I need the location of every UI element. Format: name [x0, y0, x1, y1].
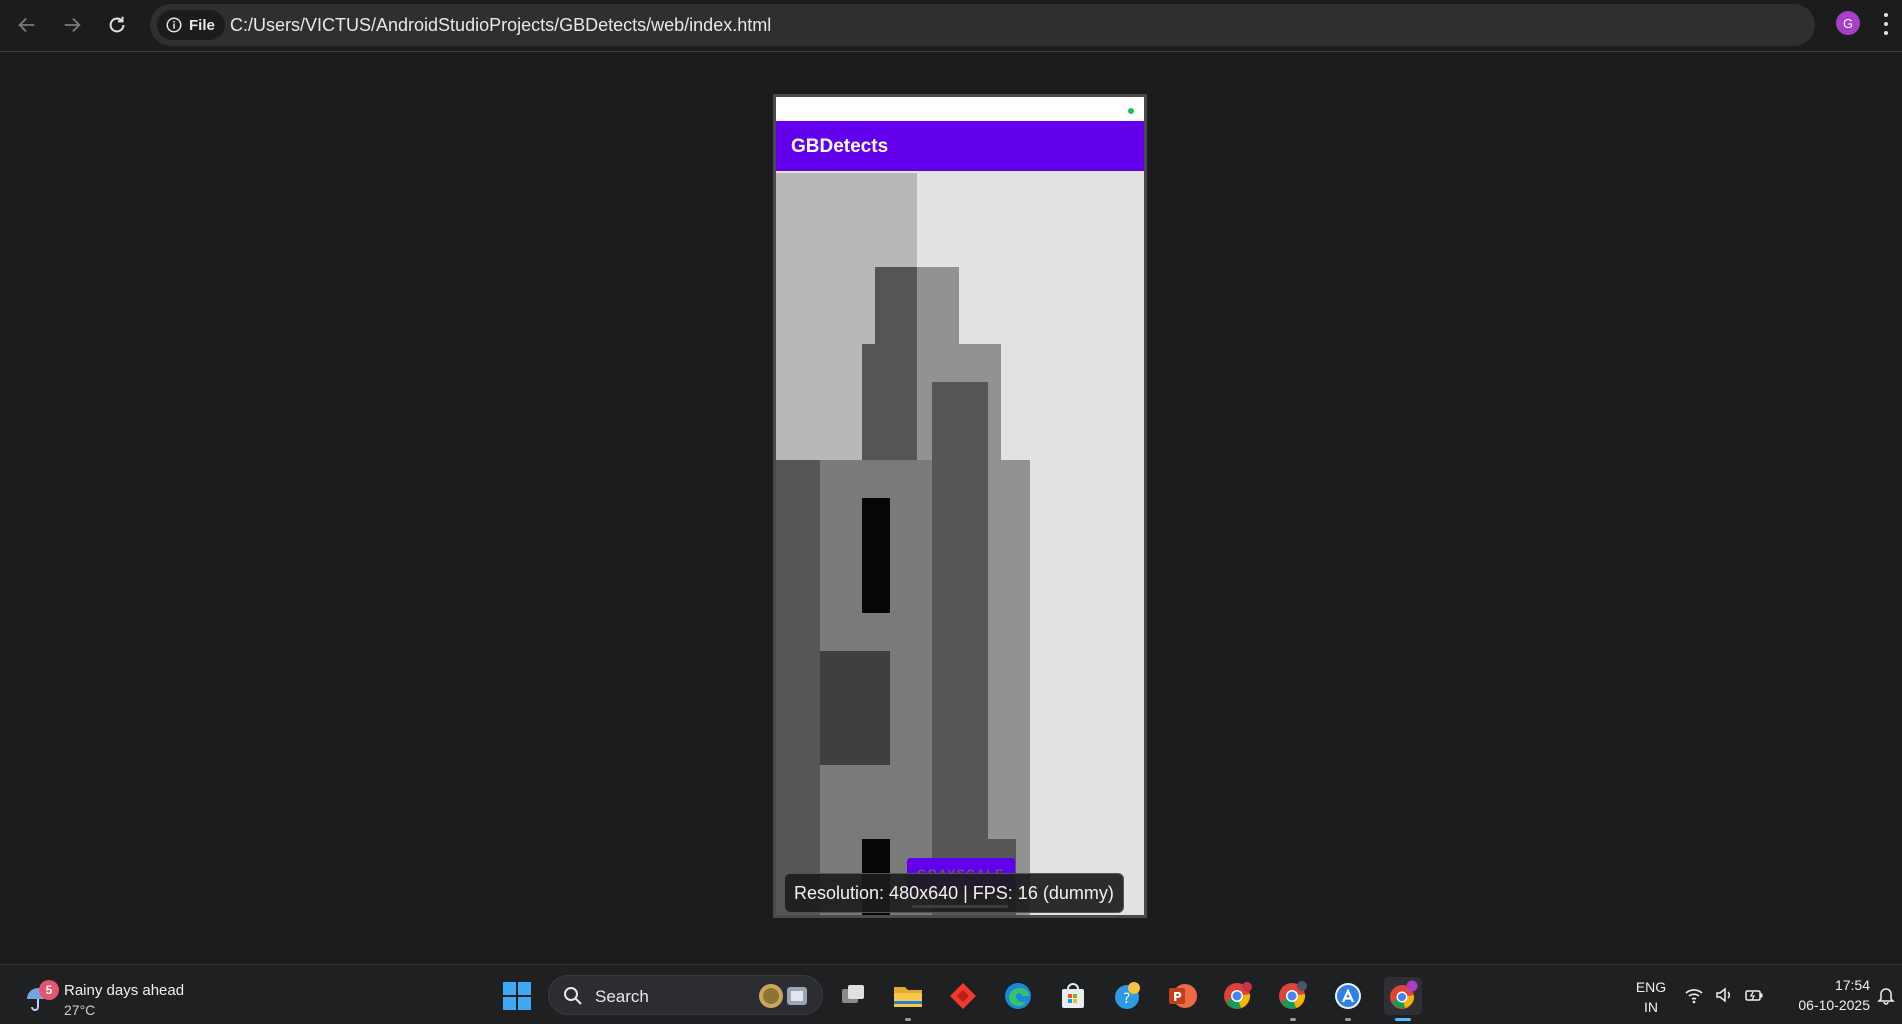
- active-indicator: [1395, 1018, 1411, 1021]
- microsoft-store-icon: [1062, 983, 1084, 1008]
- edge-button[interactable]: [999, 977, 1037, 1015]
- clock-time: 17:54: [1834, 977, 1870, 993]
- language-indicator[interactable]: ENG IN: [1628, 977, 1674, 1017]
- start-button[interactable]: [498, 977, 536, 1015]
- windows-taskbar: 5 Rainy days ahead 27°C Search ? P ENG I…: [0, 964, 1902, 1024]
- chrome-g-profile-icon: [1390, 980, 1418, 1009]
- back-arrow-icon: [18, 17, 35, 33]
- preview-block: [862, 498, 890, 613]
- info-icon: [166, 17, 182, 33]
- chrome-w-profile-icon: [1224, 982, 1252, 1009]
- browser-toolbar: File C:/Users/VICTUS/AndroidStudioProjec…: [0, 0, 1902, 52]
- windows-start-icon: [503, 982, 531, 1010]
- status-indicator-dot: [1128, 108, 1134, 114]
- file-explorer-icon: [894, 987, 922, 1007]
- reload-icon: [109, 16, 125, 33]
- app-store-button[interactable]: [1329, 977, 1367, 1021]
- copilot-icon: ?: [1115, 982, 1140, 1009]
- file-chip-label: File: [189, 16, 215, 34]
- running-indicator: [1290, 1018, 1296, 1021]
- svg-text:?: ?: [1123, 991, 1130, 1007]
- search-highlight-icon: [759, 984, 807, 1008]
- edge-icon: [1005, 983, 1031, 1009]
- search-label: Search: [595, 987, 649, 1006]
- running-indicator: [1345, 1018, 1351, 1021]
- site-info-chip[interactable]: File: [157, 10, 225, 40]
- url-text[interactable]: C:/Users/VICTUS/AndroidStudioProjects/GB…: [230, 15, 771, 36]
- preview-block: [932, 382, 988, 915]
- back-button[interactable]: [8, 6, 46, 44]
- task-view-button[interactable]: [834, 977, 872, 1015]
- powerpoint-icon: P: [1169, 984, 1197, 1008]
- volume-icon: [1716, 987, 1731, 1003]
- address-bar[interactable]: File C:/Users/VICTUS/AndroidStudioProjec…: [150, 4, 1815, 46]
- copilot-button[interactable]: ?: [1109, 977, 1147, 1015]
- microsoft-store-button[interactable]: [1054, 977, 1092, 1015]
- preview-block: [862, 344, 917, 460]
- chrome-g-profile-button[interactable]: [1384, 977, 1422, 1021]
- weather-temperature: 27°C: [64, 1002, 96, 1018]
- anydesk-icon: [950, 983, 976, 1009]
- chrome-w-profile-button[interactable]: [1219, 977, 1257, 1015]
- menu-kebab-icon[interactable]: [1882, 13, 1890, 35]
- language-code: ENG: [1635, 979, 1667, 995]
- status-bar: [776, 97, 1144, 121]
- app-bar: GBDetects: [776, 121, 1144, 171]
- forward-button[interactable]: [53, 6, 91, 44]
- clock[interactable]: 17:54 06-10-2025: [1778, 975, 1870, 1015]
- battery-icon: [1745, 990, 1763, 1001]
- search-icon: [564, 987, 582, 1005]
- weather-widget[interactable]: 5 Rainy days ahead 27°C: [22, 973, 192, 1018]
- preview-block: [820, 651, 890, 765]
- powerpoint-button[interactable]: P: [1164, 977, 1202, 1015]
- reload-button[interactable]: [98, 6, 136, 44]
- system-tray[interactable]: [1684, 985, 1764, 1005]
- wifi-icon: [1685, 989, 1703, 1004]
- task-view-icon: [842, 985, 864, 1003]
- clock-date: 06-10-2025: [1798, 997, 1870, 1013]
- phone-frame: GBDetects GRAYSCALE Resolution: 480x640 …: [773, 94, 1147, 918]
- forward-arrow-icon: [64, 17, 81, 33]
- region-code: IN: [1644, 999, 1658, 1015]
- camera-preview: GRAYSCALE Resolution: 480x640 | FPS: 16 …: [776, 173, 1144, 915]
- taskbar-search[interactable]: Search: [548, 975, 823, 1015]
- weather-title: Rainy days ahead: [64, 982, 185, 999]
- preview-block: [776, 460, 820, 915]
- gesture-bar: [912, 905, 1008, 908]
- anydesk-button[interactable]: [944, 977, 982, 1015]
- app-title: GBDetects: [791, 136, 889, 157]
- weather-badge: 5: [39, 980, 59, 1000]
- file-explorer-button[interactable]: [889, 977, 927, 1021]
- notification-bell-icon[interactable]: [1876, 985, 1896, 1005]
- running-indicator: [905, 1018, 911, 1021]
- chrome-profile-icon: [1279, 981, 1307, 1009]
- chrome-profile-button[interactable]: [1274, 977, 1312, 1021]
- app-store-icon: [1335, 983, 1361, 1009]
- svg-text:P: P: [1173, 990, 1182, 1004]
- profile-avatar[interactable]: G: [1836, 11, 1860, 35]
